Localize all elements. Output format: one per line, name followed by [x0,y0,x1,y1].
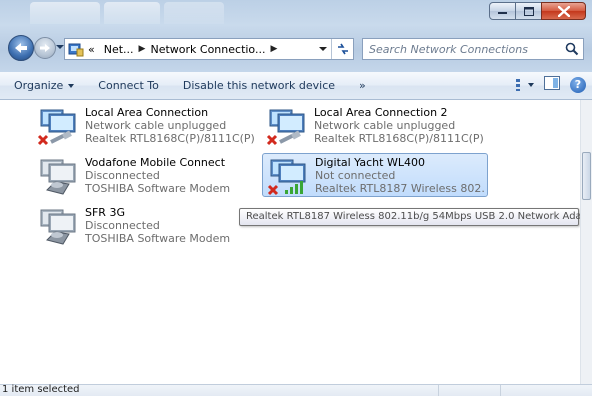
breadcrumb-overflow[interactable]: « [88,43,95,56]
wired-network-icon [266,109,305,146]
command-bar: Organize Connect To Disable this network… [0,72,592,100]
connection-status: Network cable unplugged [85,119,227,132]
window-title-bar: « Net... ▶ Network Connectio... ▶ Search… [0,0,592,72]
preview-pane-button[interactable] [544,76,560,93]
maximize-icon [523,6,534,16]
status-divider [438,385,439,396]
list-item[interactable]: Local Area Connection 2 Network cable un… [262,104,488,148]
background-window-tab [30,2,100,24]
maximize-button[interactable] [515,2,542,20]
caption-buttons [489,2,586,20]
change-view-icon [516,78,520,91]
recent-pages-dropdown[interactable] [56,45,64,49]
minimize-button[interactable] [489,2,516,20]
breadcrumb-separator-icon[interactable]: ▶ [270,44,277,54]
device-tooltip: Realtek RTL8187 Wireless 802.11b/g 54Mbp… [239,208,592,226]
connection-name: Local Area Connection [85,106,209,119]
organize-button[interactable]: Organize [0,79,86,92]
back-button[interactable] [8,35,34,61]
connection-name: Vodafone Mobile Connect [85,156,226,169]
breadcrumb-separator-icon[interactable]: ▶ [139,44,146,54]
address-history-dropdown[interactable] [319,47,327,51]
connect-to-label: Connect To [98,79,159,92]
search-input[interactable]: Search Network Connections [362,38,584,60]
address-bar[interactable]: « Net... ▶ Network Connectio... ▶ [64,38,354,60]
connection-status: Disconnected [85,169,160,182]
list-item[interactable]: Vodafone Mobile Connect Disconnected TOS… [33,154,259,198]
connection-name: Local Area Connection 2 [314,106,448,119]
connection-device: Realtek RTL8187 Wireless 802.11b... [315,182,485,195]
list-item-selected[interactable]: Digital Yacht WL400 Not connected Realte… [262,153,488,197]
minimize-icon [498,12,507,14]
status-text: 1 item selected [2,384,80,395]
chevron-down-icon [528,82,534,87]
connection-status: Disconnected [85,219,160,232]
connection-device: Realtek RTL8168C(P)/8111C(P) Fa... [85,132,257,145]
list-item[interactable]: SFR 3G Disconnected TOSHIBA Software Mod… [33,204,259,248]
status-divider [500,385,501,396]
connect-to-button[interactable]: Connect To [86,79,171,92]
refresh-button[interactable] [331,39,353,59]
vertical-scrollbar[interactable] [580,100,592,384]
disable-device-label: Disable this network device [182,79,336,92]
connection-status: Network cable unplugged [314,119,456,132]
modem-network-icon [40,209,76,245]
help-icon[interactable]: ? [570,76,586,93]
back-arrow-icon [15,43,27,53]
list-item[interactable]: Local Area Connection Network cable unpl… [33,104,259,148]
wireless-network-icon [267,159,306,196]
view-controls: ? [516,76,586,93]
background-window-tab [104,2,160,24]
connection-details: Local Area Connection Network cable unpl… [85,106,257,145]
modem-network-icon [40,159,76,195]
network-folder-icon [68,43,84,57]
connection-details: Digital Yacht WL400 Not connected Realte… [315,156,485,195]
breadcrumb-item-network-connections[interactable]: Network Connectio... [150,43,265,56]
more-commands-label: » [359,79,366,92]
connection-details: SFR 3G Disconnected TOSHIBA Software Mod… [85,206,257,245]
connection-name: SFR 3G [85,206,125,219]
scrollbar-thumb[interactable] [582,152,591,200]
organize-label: Organize [14,79,64,92]
forward-arrow-icon [40,44,50,52]
connection-status: Not connected [315,169,396,182]
chevron-down-icon [68,83,75,88]
close-icon [557,5,570,17]
connection-name: Digital Yacht WL400 [315,156,425,169]
preview-pane-icon [544,76,560,90]
more-commands-button[interactable]: » [347,79,378,92]
refresh-icon [337,43,348,55]
connections-list: Local Area Connection Network cable unpl… [0,100,580,384]
change-view-button[interactable] [516,77,534,93]
connection-device: TOSHIBA Software Modem [85,232,231,245]
connection-device: Realtek RTL8168C(P)/8111C(P) Fa... [314,132,486,145]
background-window-tab [164,2,224,24]
forward-button[interactable] [34,37,56,59]
connection-details: Vodafone Mobile Connect Disconnected TOS… [85,156,257,195]
status-bar: 1 item selected [0,384,592,396]
connection-details: Local Area Connection 2 Network cable un… [314,106,486,145]
wired-network-icon [37,109,76,146]
breadcrumb: « Net... ▶ Network Connectio... ▶ [88,43,282,56]
disable-device-button[interactable]: Disable this network device [171,79,347,92]
connection-device: TOSHIBA Software Modem [85,182,231,195]
search-icon[interactable] [565,42,579,56]
close-button[interactable] [541,2,586,20]
search-placeholder: Search Network Connections [369,42,528,56]
breadcrumb-item-network[interactable]: Net... [104,43,134,56]
